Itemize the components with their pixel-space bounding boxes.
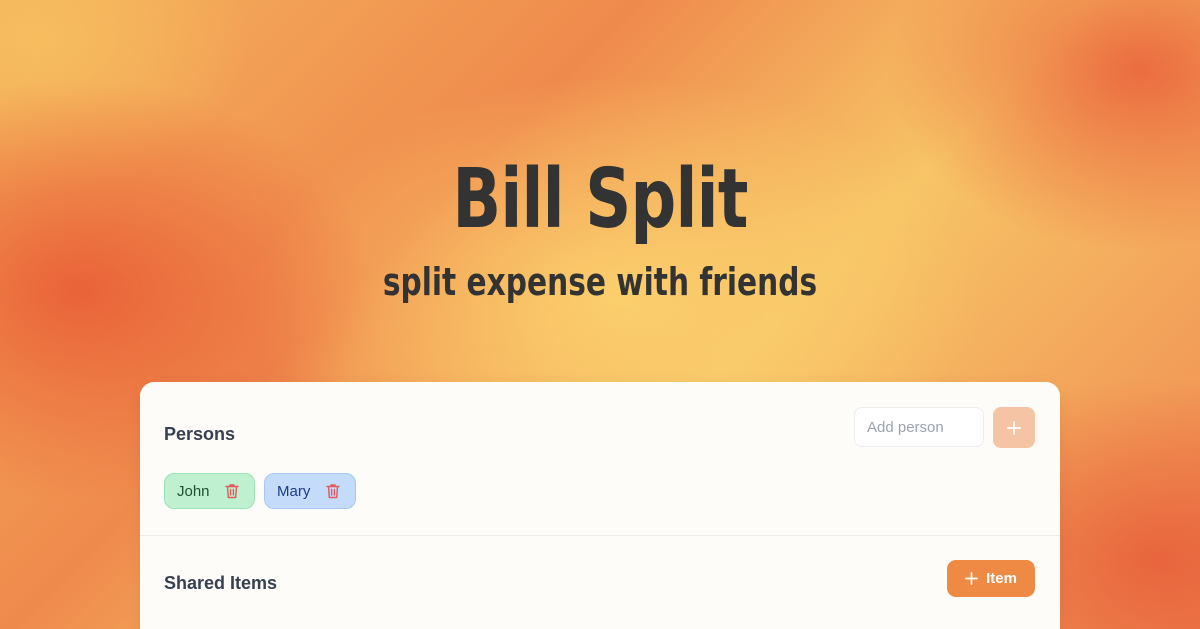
shared-items-heading: Shared Items — [164, 573, 278, 593]
delete-person-mary-button[interactable] — [325, 482, 341, 500]
add-item-button[interactable]: Item — [947, 560, 1035, 597]
person-name: Mary — [277, 482, 311, 500]
plus-icon — [1007, 420, 1021, 435]
app-title: Bill Split — [452, 152, 748, 247]
person-chip-john: John — [164, 473, 255, 509]
person-name: John — [177, 482, 210, 500]
trash-icon — [326, 484, 340, 499]
trash-icon — [225, 484, 239, 499]
add-person-button[interactable] — [993, 407, 1035, 448]
person-chip-mary: Mary — [264, 473, 356, 509]
bill-split-card: Persons John Mary Shared Items — [140, 382, 1060, 629]
persons-section: Persons John Mary — [140, 382, 1060, 536]
plus-icon — [965, 572, 978, 585]
persons-heading: Persons — [164, 424, 236, 444]
add-person-input[interactable] — [854, 407, 984, 447]
app-subtitle: split expense with friends — [382, 260, 818, 304]
hero: Bill Split split expense with friends — [0, 150, 1200, 306]
add-item-label: Item — [986, 570, 1017, 587]
delete-person-john-button[interactable] — [224, 482, 240, 500]
